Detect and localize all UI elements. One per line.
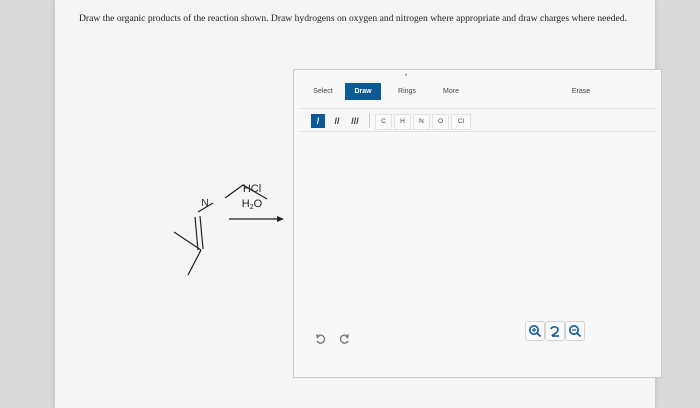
atom-oxygen-button[interactable]: O bbox=[432, 114, 449, 130]
double-bond-tool[interactable]: // bbox=[330, 114, 344, 128]
single-bond-tool[interactable]: / bbox=[311, 114, 325, 128]
zoom-reset-icon[interactable] bbox=[545, 321, 565, 341]
redo-icon[interactable] bbox=[335, 332, 353, 346]
rings-indicator-dot: • bbox=[405, 73, 408, 79]
atom-chlorine-button[interactable]: Cl bbox=[451, 114, 471, 130]
tab-select[interactable]: Select bbox=[306, 83, 340, 100]
editor-toolbar: Select Draw • Rings More Erase bbox=[294, 70, 661, 102]
reagent-hcl: HCl bbox=[243, 183, 261, 195]
reagent-water: H2O bbox=[242, 198, 263, 211]
tab-draw[interactable]: Draw bbox=[345, 83, 381, 100]
reaction-scheme: N HCl H2O bbox=[173, 183, 284, 276]
zoom-out-icon[interactable] bbox=[565, 321, 585, 341]
triple-bond-tool[interactable]: /// bbox=[348, 114, 362, 128]
atom-carbon-button[interactable]: C bbox=[375, 114, 392, 130]
atom-nitrogen-button[interactable]: N bbox=[413, 114, 430, 130]
tab-more[interactable]: More bbox=[434, 83, 468, 100]
undo-icon[interactable] bbox=[312, 332, 330, 346]
chem-drawing-editor: Select Draw • Rings More Erase / // /// … bbox=[293, 69, 662, 378]
reagent-water-tail: O bbox=[254, 198, 263, 210]
question-page: Draw the organic products of the reactio… bbox=[55, 0, 662, 408]
tab-rings[interactable]: Rings bbox=[390, 83, 424, 100]
atom-hydrogen-button[interactable]: H bbox=[394, 114, 411, 130]
toolbar-divider bbox=[369, 113, 370, 128]
tab-erase[interactable]: Erase bbox=[564, 83, 598, 100]
zoom-in-icon[interactable] bbox=[525, 321, 545, 341]
nitrogen-label: N bbox=[201, 198, 208, 209]
arrow-head bbox=[277, 216, 284, 222]
reagent-water-main: H bbox=[242, 198, 250, 210]
draw-tool-row: / // /// C H N O Cl bbox=[299, 108, 656, 132]
